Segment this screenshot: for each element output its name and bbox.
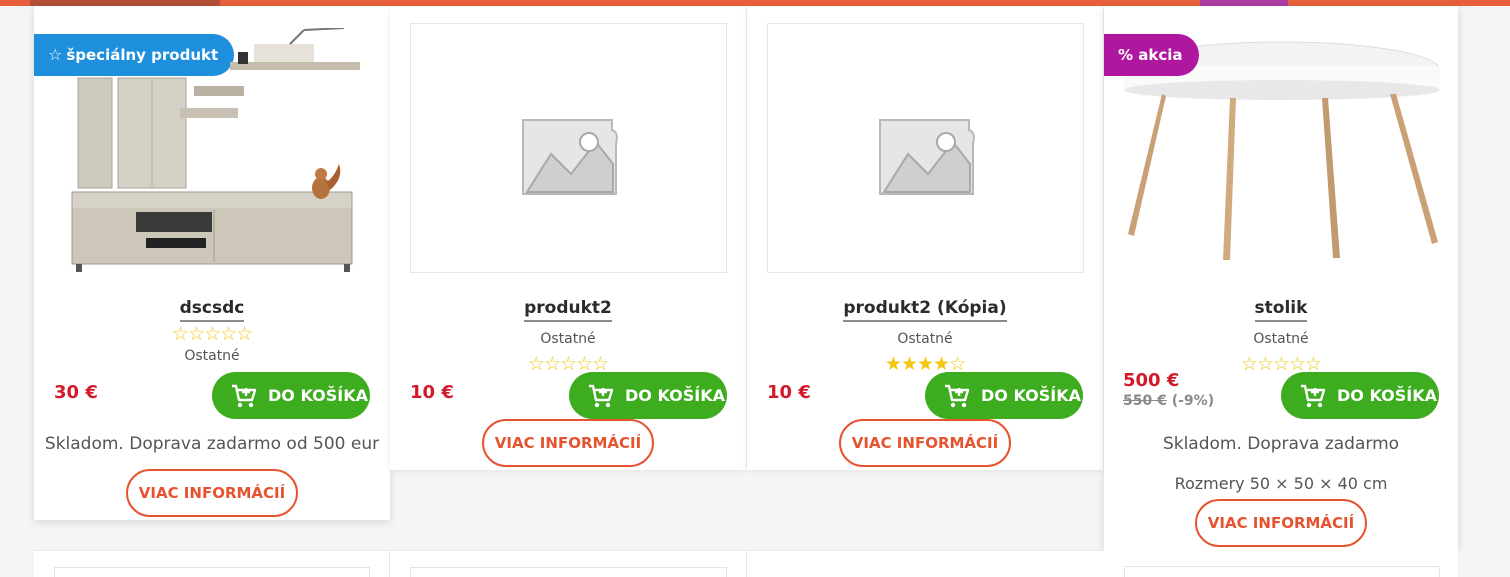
dimensions-text: Rozmery 50 × 50 × 40 cm [1174, 474, 1388, 493]
rating-stars: ★★★★☆ [884, 353, 966, 375]
more-info-button[interactable]: VIAC INFORMÁCIÍ [482, 419, 654, 467]
product-title[interactable]: produkt2 (Kópia) [747, 298, 1103, 322]
card-divider [389, 551, 390, 577]
product-image[interactable] [54, 28, 370, 280]
placeholder-image-icon [522, 119, 618, 195]
card-divider [746, 551, 747, 577]
product-card: ☆ špeciálny produkt dscsdc ☆☆☆☆☆ Ostatné… [34, 6, 390, 520]
product-title[interactable]: dscsdc [34, 298, 390, 322]
product-card: produkt2 (Kópia) Ostatné ★★★★☆ 10 € DO K… [747, 6, 1103, 470]
product-image[interactable] [54, 567, 370, 577]
product-category[interactable]: Ostatné [1104, 331, 1458, 347]
sale-badge: % akcia [1104, 34, 1199, 76]
product-category[interactable]: Ostatné [747, 331, 1103, 347]
add-to-cart-button[interactable]: DO KOŠÍKA [569, 372, 727, 419]
rating-stars: ☆☆☆☆☆ [527, 353, 609, 375]
product-card: produkt2 Ostatné ☆☆☆☆☆ 10 € DO KOŠÍKA VI… [390, 6, 746, 470]
more-info-button[interactable]: VIAC INFORMÁCIÍ [126, 469, 298, 517]
cart-add-icon [232, 384, 257, 407]
product-image[interactable] [1124, 566, 1440, 577]
add-to-cart-button[interactable]: DO KOŠÍKA [925, 372, 1083, 419]
more-info-button[interactable]: VIAC INFORMÁCIÍ [1195, 499, 1367, 547]
cart-add-icon [1301, 384, 1326, 407]
product-category[interactable]: Ostatné [390, 331, 746, 347]
product-title[interactable]: stolik [1104, 298, 1458, 322]
product-image[interactable] [410, 567, 727, 577]
old-price: 550 € (-9%) [1123, 393, 1215, 409]
product-image[interactable] [767, 23, 1084, 273]
next-product-row [34, 550, 1104, 577]
product-card: % akcia stolik Ostatné ☆☆☆☆☆ 500 € 550 €… [1104, 6, 1458, 550]
add-to-cart-button[interactable]: DO KOŠÍKA [1281, 372, 1439, 419]
availability-text: Skladom. Doprava zadarmo [1162, 434, 1400, 454]
product-image[interactable] [410, 23, 727, 273]
discount-percent: (-9%) [1171, 393, 1215, 409]
more-info-button[interactable]: VIAC INFORMÁCIÍ [839, 419, 1011, 467]
cart-add-icon [589, 384, 614, 407]
placeholder-image-icon [879, 119, 975, 195]
add-to-cart-button[interactable]: DO KOŠÍKA [212, 372, 370, 419]
cart-add-icon [945, 384, 970, 407]
product-category[interactable]: Ostatné [34, 348, 390, 364]
rating-stars: ☆☆☆☆☆ [171, 323, 253, 345]
product-price: 30 € [54, 382, 98, 403]
sale-price: 500 € [1123, 370, 1180, 391]
tv-wall-unit-photo [71, 28, 360, 272]
product-price: 10 € [410, 382, 454, 403]
availability-text: Skladom. Doprava zadarmo od 500 eur [44, 434, 380, 454]
product-price: 10 € [767, 382, 811, 403]
product-title[interactable]: produkt2 [390, 298, 746, 322]
next-product-card [1104, 550, 1458, 577]
